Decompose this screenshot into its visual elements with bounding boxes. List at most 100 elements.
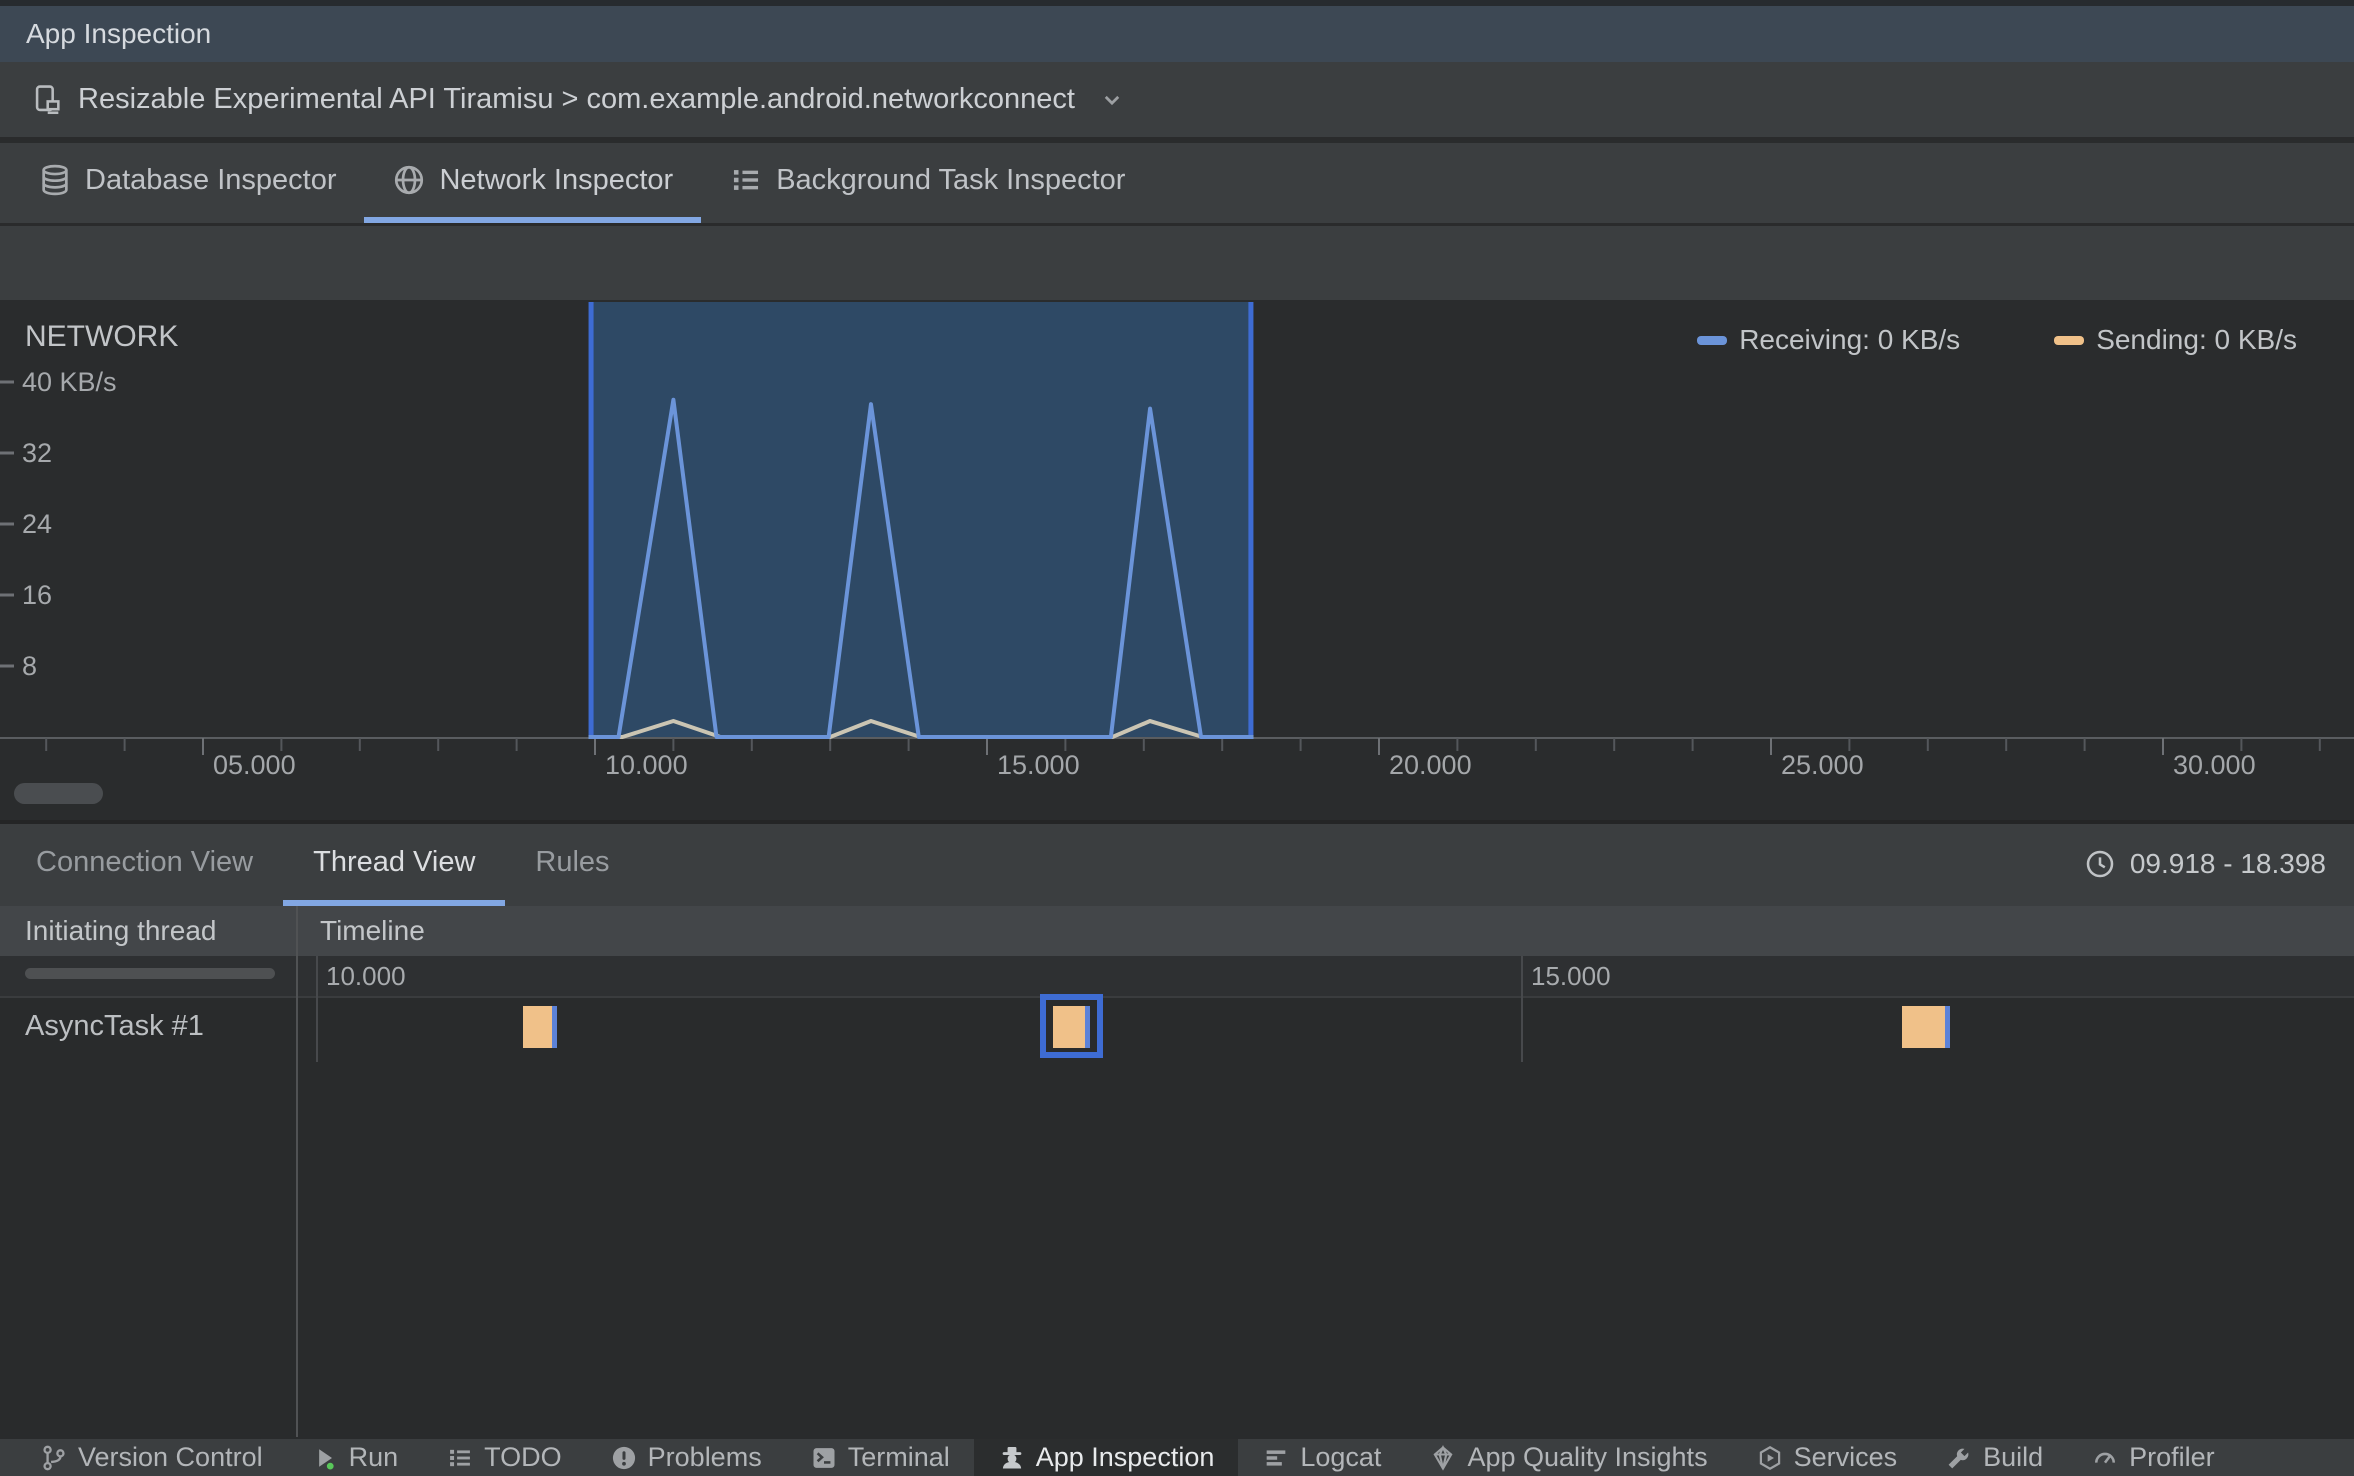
block-receiving-strip bbox=[551, 1006, 557, 1048]
y-axis-tick-label: 8 bbox=[22, 651, 38, 681]
toolwindow-services[interactable]: Services bbox=[1732, 1439, 1922, 1476]
process-selector-bar[interactable]: Resizable Experimental API Tiramisu > co… bbox=[0, 62, 2354, 140]
services-icon bbox=[1756, 1444, 1784, 1472]
toolwindow-label: Build bbox=[1983, 1442, 2044, 1472]
network-timeline-chart[interactable]: 05.000 10.000 15.000 20.000 25.000 30.000 bbox=[0, 300, 2354, 780]
insights-icon bbox=[1429, 1444, 1457, 1472]
tab-background-task-inspector[interactable]: Background Task Inspector bbox=[701, 143, 1153, 223]
toolwindow-label: Version Control bbox=[78, 1442, 263, 1472]
timeline-gridline bbox=[1521, 956, 1523, 1062]
clock-icon bbox=[2084, 848, 2116, 880]
resizable-device-icon bbox=[30, 83, 64, 117]
git-branch-icon bbox=[40, 1444, 68, 1472]
toolwindow-version-control[interactable]: Version Control bbox=[16, 1439, 287, 1476]
run-icon bbox=[311, 1444, 339, 1472]
detail-view-tabbar: Connection View Thread View Rules bbox=[0, 822, 2354, 906]
inspector-tabbar: Database Inspector Network Inspector Bac… bbox=[0, 143, 2354, 226]
toolwindow-label: Services bbox=[1793, 1442, 1898, 1472]
y-axis-tick-label: 40 KB/s bbox=[22, 367, 117, 397]
logcat-icon bbox=[1262, 1444, 1290, 1472]
toolwindow-problems[interactable]: Problems bbox=[586, 1439, 786, 1476]
globe-icon bbox=[392, 163, 426, 197]
thread-rows-area bbox=[0, 998, 2354, 1437]
toolwindow-app-quality-insights[interactable]: App Quality Insights bbox=[1405, 1439, 1731, 1476]
timeline-tick-label: 15.000 bbox=[1531, 961, 1611, 991]
toolwindow-label: Run bbox=[348, 1442, 399, 1472]
chevron-down-icon bbox=[1097, 85, 1127, 115]
legend-receiving-label: Receiving: 0 KB/s bbox=[1739, 324, 1961, 355]
problems-icon bbox=[610, 1444, 638, 1472]
app-inspection-icon bbox=[998, 1444, 1026, 1472]
toolwindow-label: Terminal bbox=[847, 1442, 950, 1472]
selected-time-range: 09.918 - 18.398 bbox=[2084, 822, 2326, 906]
legend-receiving: Receiving: 0 KB/s bbox=[1697, 324, 1960, 356]
svg-text:15.000: 15.000 bbox=[997, 750, 1080, 780]
thread-table-header: Initiating thread Timeline bbox=[0, 906, 2354, 956]
thread-activity-block[interactable] bbox=[1901, 1006, 1950, 1048]
toolwindow-label: App Quality Insights bbox=[1467, 1442, 1708, 1472]
todo-list-icon bbox=[446, 1444, 474, 1472]
svg-text:10.000: 10.000 bbox=[605, 750, 688, 780]
terminal-icon bbox=[810, 1444, 838, 1472]
toolwindow-label: Profiler bbox=[2129, 1442, 2215, 1472]
thread-activity-block[interactable] bbox=[1053, 1006, 1090, 1048]
network-chart-section: 05.000 10.000 15.000 20.000 25.000 30.000 NET… bbox=[0, 300, 2354, 822]
toolwindow-label: Problems bbox=[647, 1442, 762, 1472]
process-selector-label: Resizable Experimental API Tiramisu > co… bbox=[78, 83, 1075, 115]
toolwindow-logcat[interactable]: Logcat bbox=[1238, 1439, 1405, 1476]
toolwindow-run[interactable]: Run bbox=[287, 1439, 423, 1476]
tab-rules[interactable]: Rules bbox=[505, 824, 639, 906]
toolwindow-label: Logcat bbox=[1300, 1442, 1382, 1472]
column-divider[interactable] bbox=[296, 906, 298, 1437]
sending-swatch-icon bbox=[2054, 335, 2085, 345]
timeline-horizontal-scrollbar-thumb[interactable] bbox=[14, 783, 103, 804]
tab-connection-view[interactable]: Connection View bbox=[6, 824, 283, 906]
tab-label: Thread View bbox=[313, 845, 476, 878]
svg-text:30.000: 30.000 bbox=[2173, 750, 2256, 780]
inspector-toolbar-band bbox=[0, 226, 2354, 300]
database-icon bbox=[38, 163, 72, 197]
tool-window-bar: Version Control Run TODO Problems Termin… bbox=[0, 1437, 2354, 1476]
time-range-label: 09.918 - 18.398 bbox=[2129, 848, 2326, 879]
timeline-tick-label: 10.000 bbox=[326, 961, 406, 991]
tab-network-inspector[interactable]: Network Inspector bbox=[364, 143, 702, 223]
timeline-axis-row: 10.000 15.000 bbox=[0, 956, 2354, 998]
thread-column-scrollbar-thumb[interactable] bbox=[25, 968, 275, 979]
network-chart-title: NETWORK bbox=[25, 320, 179, 353]
tab-database-inspector[interactable]: Database Inspector bbox=[10, 143, 364, 223]
thread-name: AsyncTask #1 bbox=[25, 1010, 204, 1042]
tab-label: Background Task Inspector bbox=[776, 163, 1126, 196]
toolwindow-terminal[interactable]: Terminal bbox=[786, 1439, 974, 1476]
legend-sending: Sending: 0 KB/s bbox=[2054, 324, 2297, 356]
toolwindow-profiler[interactable]: Profiler bbox=[2067, 1439, 2239, 1476]
profiler-icon bbox=[2091, 1444, 2119, 1472]
toolwindow-label: App Inspection bbox=[1035, 1442, 1215, 1472]
tab-thread-view[interactable]: Thread View bbox=[283, 824, 506, 906]
svg-text:20.000: 20.000 bbox=[1389, 750, 1472, 780]
toolwindow-build[interactable]: Build bbox=[1921, 1439, 2067, 1476]
y-axis-tick-label: 32 bbox=[22, 438, 53, 468]
receiving-swatch-icon bbox=[1697, 335, 1728, 345]
svg-text:05.000: 05.000 bbox=[213, 750, 296, 780]
column-initiating-thread[interactable]: Initiating thread bbox=[25, 906, 216, 956]
tab-label: Database Inspector bbox=[85, 163, 337, 196]
timeline-gridline bbox=[316, 956, 318, 1062]
svg-text:25.000: 25.000 bbox=[1781, 750, 1864, 780]
tab-label: Connection View bbox=[36, 845, 254, 878]
thread-activity-block[interactable] bbox=[523, 1006, 557, 1048]
block-receiving-strip bbox=[1944, 1006, 1950, 1048]
toolwindow-todo[interactable]: TODO bbox=[422, 1439, 586, 1476]
tool-window-title: App Inspection bbox=[26, 18, 212, 49]
network-legend: Receiving: 0 KB/s Sending: 0 KB/s bbox=[1697, 324, 2297, 356]
y-axis-tick-label: 24 bbox=[22, 509, 53, 539]
toolwindow-label: TODO bbox=[484, 1442, 562, 1472]
tab-label: Network Inspector bbox=[439, 163, 674, 196]
tab-label: Rules bbox=[535, 845, 610, 878]
legend-sending-label: Sending: 0 KB/s bbox=[2096, 324, 2297, 355]
toolwindow-app-inspection[interactable]: App Inspection bbox=[973, 1439, 1239, 1476]
tool-window-titlebar: App Inspection bbox=[0, 0, 2354, 62]
y-axis-tick-label: 16 bbox=[22, 580, 53, 610]
android-studio-app-inspection-window: App Inspection Resizable Experimental AP… bbox=[0, 0, 2354, 1476]
column-timeline[interactable]: Timeline bbox=[320, 906, 425, 956]
build-icon bbox=[1945, 1444, 1973, 1472]
